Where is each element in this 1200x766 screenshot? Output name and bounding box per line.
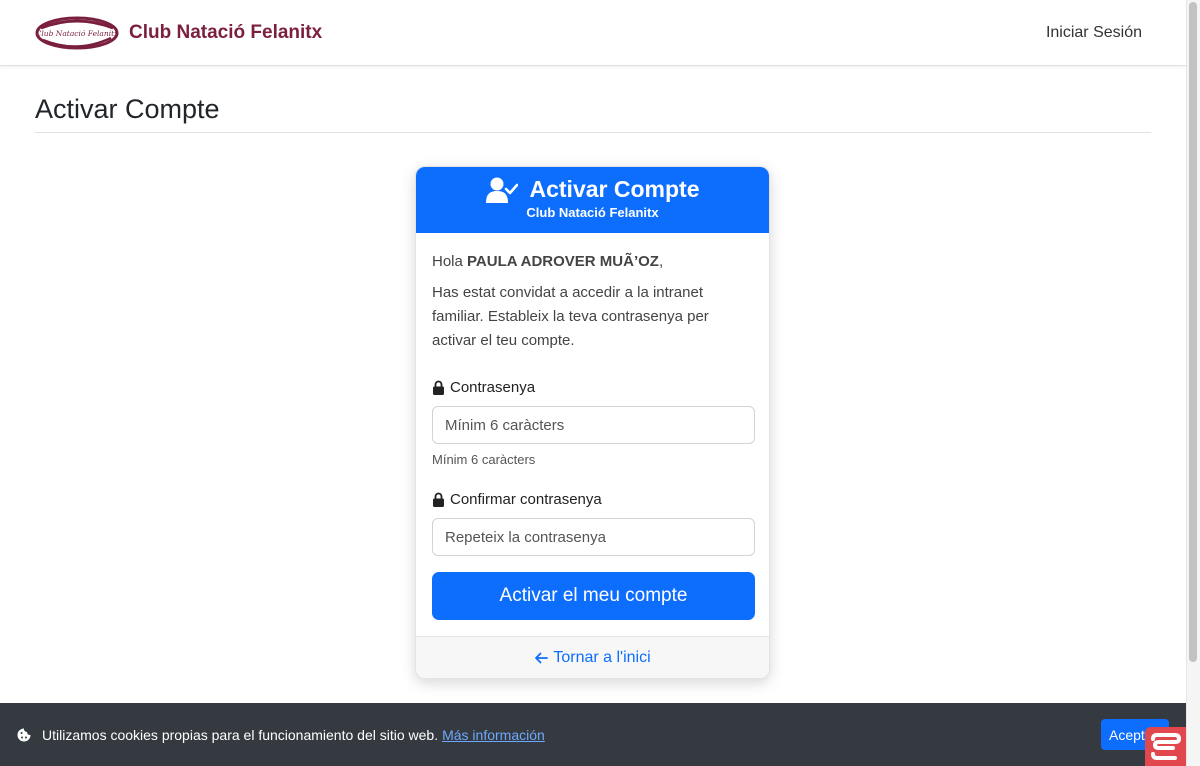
greeting: Hola PAULA ADROVER MUÃ’OZ,: [432, 251, 753, 273]
scrollbar-track[interactable]: [1186, 0, 1200, 766]
club-logo-icon: Club Natació Felanitx: [35, 16, 119, 50]
confirm-password-label: Confirmar contrasenya: [432, 491, 753, 508]
cookie-icon: [17, 728, 31, 741]
greeting-prefix: Hola: [432, 253, 463, 270]
greeting-suffix: ,: [658, 253, 664, 270]
cookie-more-info-link[interactable]: Más información: [442, 727, 545, 743]
lock-icon: [433, 380, 444, 395]
activate-account-button[interactable]: Activar el meu compte: [432, 572, 755, 620]
card-title: Activar Compte: [529, 176, 700, 202]
top-navbar: Club Natació Felanitx Club Natació Felan…: [0, 0, 1186, 66]
card-header: Activar Compte Club Natació Felanitx: [416, 167, 769, 233]
back-link-text: Tornar a l'inici: [553, 648, 651, 666]
cookie-banner: Utilizamos cookies propias para el funci…: [0, 703, 1186, 766]
back-home-link[interactable]: Tornar a l'inici: [534, 648, 651, 667]
activation-card: Activar Compte Club Natació Felanitx Hol…: [415, 166, 770, 679]
help-chat-widget[interactable]: [1145, 727, 1186, 766]
confirm-password-input[interactable]: [432, 518, 755, 556]
user-name: PAULA ADROVER MUÃ’OZ: [467, 253, 659, 270]
confirm-label-text: Confirmar contrasenya: [450, 491, 602, 508]
brand-name: Club Natació Felanitx: [129, 22, 323, 43]
password-label: Contrasenya: [432, 379, 753, 396]
password-hint: Mínim 6 caràcters: [432, 452, 536, 467]
logo-text: Club Natació Felanitx: [36, 29, 119, 38]
card-title-row: Activar Compte: [416, 176, 769, 203]
title-divider: [35, 132, 1151, 133]
card-subtitle: Club Natació Felanitx: [526, 205, 659, 220]
scrollbar-thumb[interactable]: [1189, 2, 1197, 662]
page-title: Activar Compte: [35, 94, 220, 124]
cookie-message: Utilizamos cookies propias para el funci…: [42, 726, 439, 743]
intro-text: Has estat convidat a accedir a la intran…: [432, 284, 709, 349]
user-check-icon: [485, 177, 518, 203]
password-label-text: Contrasenya: [450, 379, 536, 396]
brand-link[interactable]: Club Natació Felanitx Club Natació Felan…: [35, 14, 322, 52]
arrow-left-icon: [535, 652, 549, 663]
lock-icon: [433, 492, 444, 507]
password-input[interactable]: [432, 406, 755, 444]
card-body: Hola PAULA ADROVER MUÃ’OZ, Has estat con…: [416, 233, 769, 620]
help-chat-icon: [1151, 733, 1182, 760]
card-footer: Tornar a l'inici: [416, 636, 769, 678]
login-link[interactable]: Iniciar Sesión: [1046, 24, 1142, 42]
